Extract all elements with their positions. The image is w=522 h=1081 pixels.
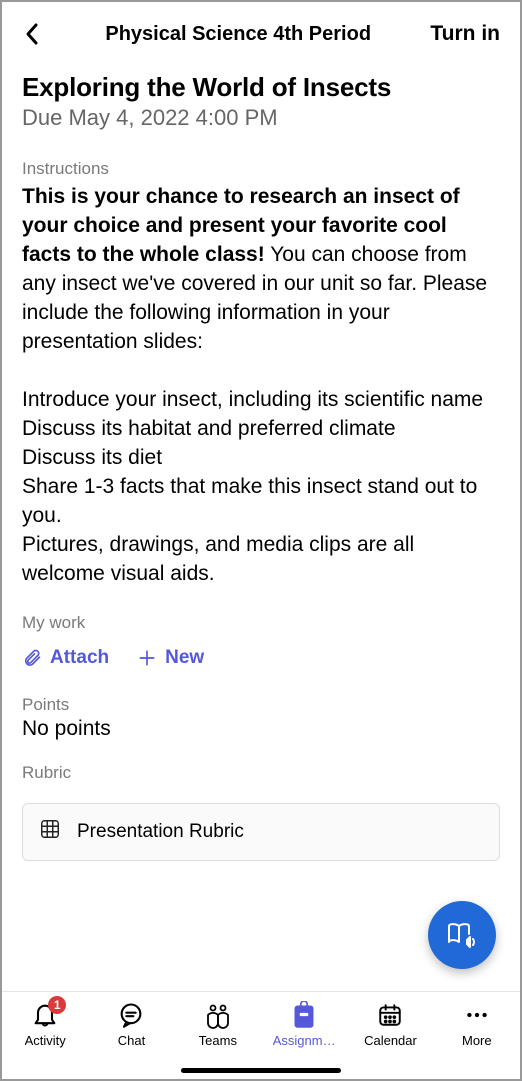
instructions-body: This is your chance to research an insec… [22,183,500,589]
tab-more[interactable]: More [434,1000,520,1079]
instruction-line: Pictures, drawings, and media clips are … [22,533,414,585]
tab-label: Teams [199,1033,237,1048]
new-label: New [165,647,204,669]
tab-bar: 1 Activity Chat Teams Assignm… Calendar … [2,991,520,1079]
header: Physical Science 4th Period Turn in [2,2,520,58]
work-actions: Attach New [22,647,500,669]
rubric-name: Presentation Rubric [77,821,244,843]
tab-label: Assignm… [273,1033,336,1048]
chevron-left-icon [24,22,40,46]
plus-icon [137,648,157,668]
instruction-line: Discuss its habitat and preferred climat… [22,417,396,440]
calendar-icon [377,1002,403,1028]
instructions-label: Instructions [22,159,500,179]
page-title: Physical Science 4th Period [46,23,430,46]
paperclip-icon [22,648,42,668]
tab-activity[interactable]: 1 Activity [2,1000,88,1079]
turn-in-button[interactable]: Turn in [430,22,504,46]
tab-label: Calendar [364,1033,417,1048]
assignment-title: Exploring the World of Insects [22,72,500,103]
points-label: Points [22,695,500,715]
tab-calendar[interactable]: Calendar [347,1000,433,1079]
chat-icon [117,1001,145,1029]
attach-label: Attach [50,647,109,669]
rubric-label: Rubric [22,763,500,783]
grid-icon [39,818,61,846]
attach-button[interactable]: Attach [22,647,109,669]
points-value: No points [22,717,500,741]
immersive-reader-button[interactable] [428,901,496,969]
book-audio-icon [445,918,479,952]
activity-badge: 1 [48,996,66,1014]
more-icon [464,1002,490,1028]
tab-label: Chat [118,1033,145,1048]
instruction-line: Share 1-3 facts that make this insect st… [22,475,477,527]
rubric-row[interactable]: Presentation Rubric [22,803,500,861]
my-work-label: My work [22,613,500,633]
teams-icon [203,1001,233,1029]
new-button[interactable]: New [137,647,204,669]
tab-label: Activity [25,1033,66,1048]
tab-chat[interactable]: Chat [88,1000,174,1079]
assignments-icon [291,1001,317,1029]
instruction-line: Discuss its diet [22,446,162,469]
content: Exploring the World of Insects Due May 4… [2,58,520,991]
back-button[interactable] [18,20,46,48]
home-indicator [181,1068,341,1073]
due-date: Due May 4, 2022 4:00 PM [22,105,500,131]
tab-label: More [462,1033,492,1048]
instruction-line: Introduce your insect, including its sci… [22,388,483,411]
